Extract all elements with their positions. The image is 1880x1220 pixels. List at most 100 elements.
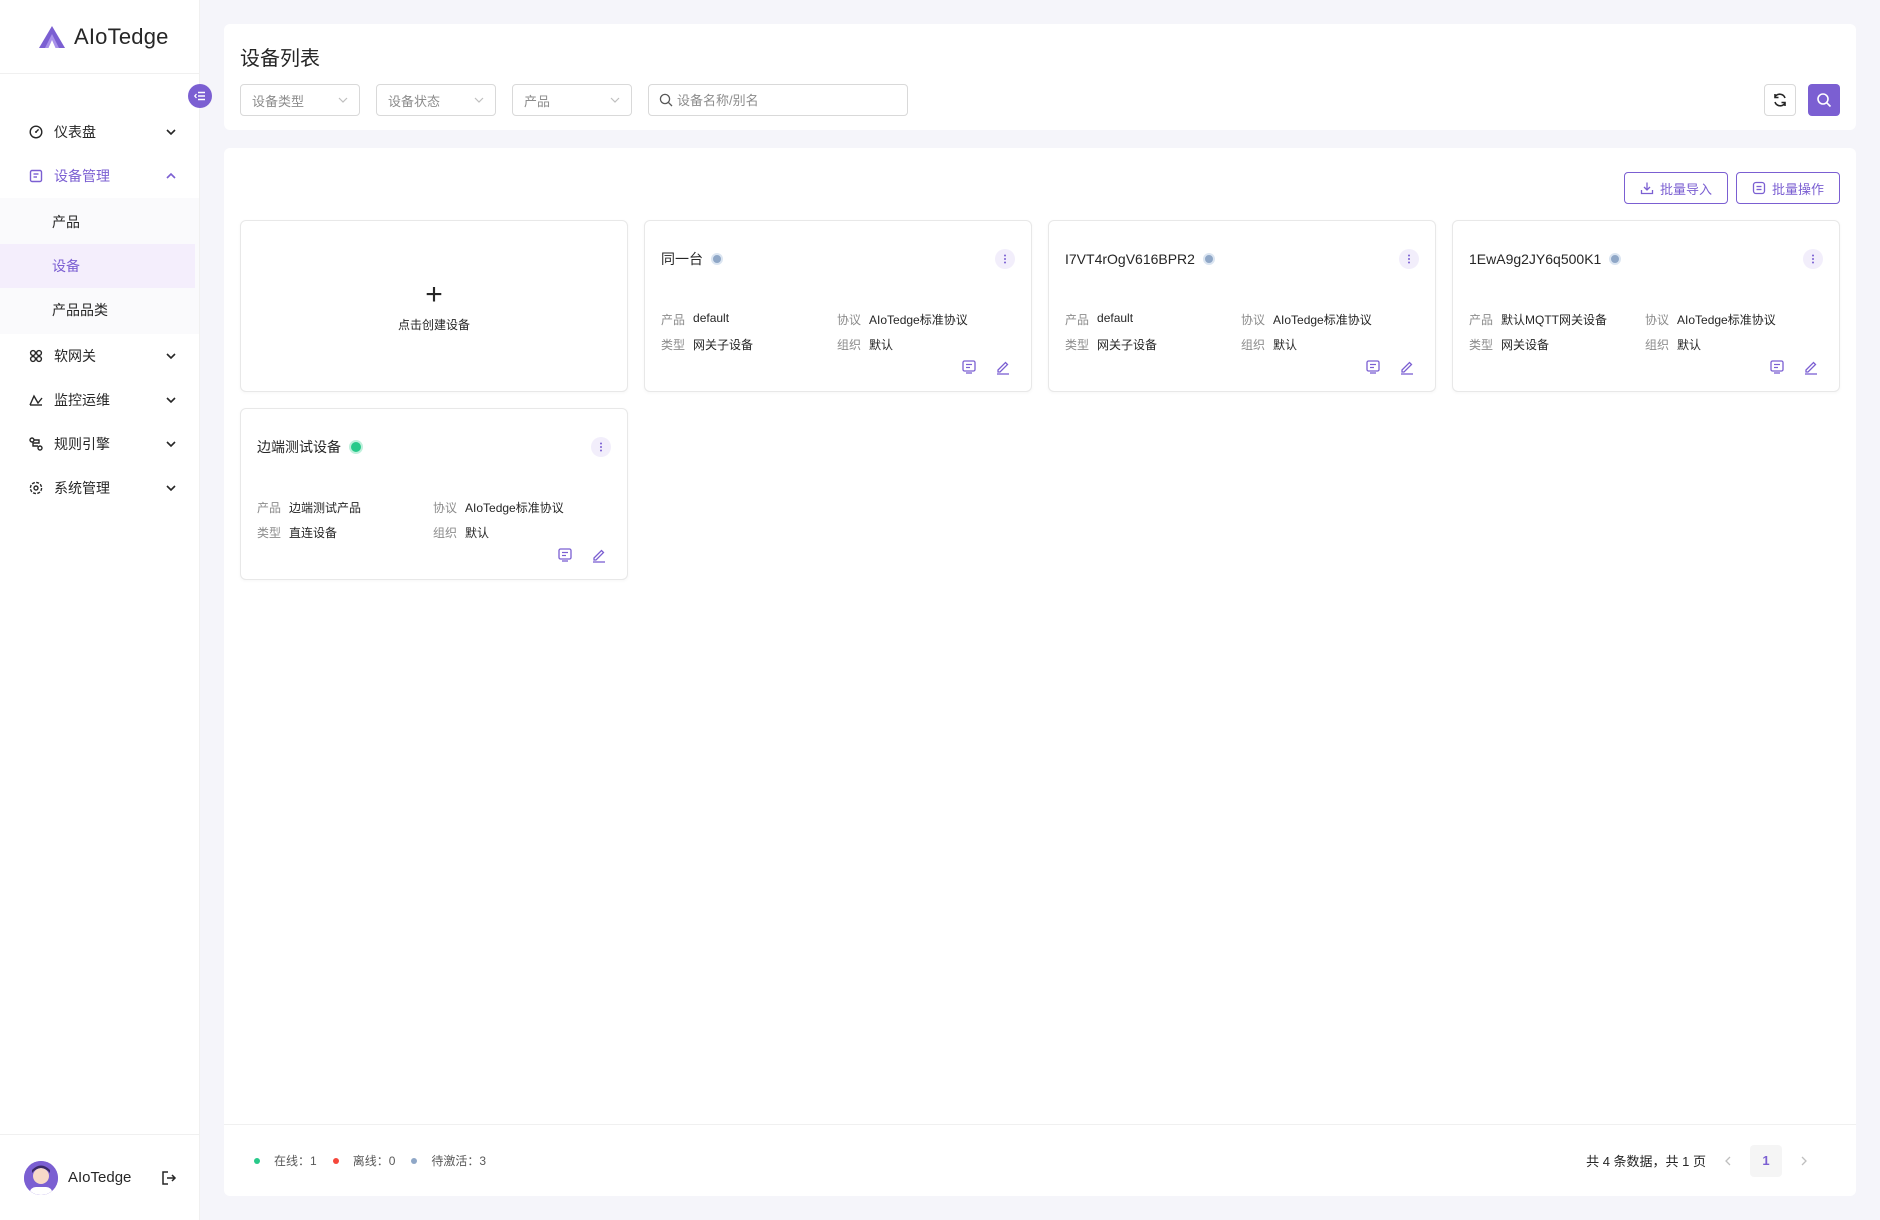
device-type: 直连设备 bbox=[289, 526, 338, 540]
device-card-grid: + 点击创建设备 同一台 产品 default 协议 AIoTedge标准协议 类型… bbox=[240, 220, 1840, 580]
more-vertical-icon bbox=[600, 442, 602, 452]
chevron-down-icon bbox=[166, 485, 176, 492]
device-type: 网关子设备 bbox=[693, 338, 754, 352]
edit-icon bbox=[1805, 361, 1817, 375]
sidebar-item-label: 监控运维 bbox=[54, 392, 110, 408]
device-detail-button[interactable] bbox=[557, 547, 573, 563]
online-dot bbox=[254, 1157, 260, 1164]
offline-dot bbox=[332, 1157, 339, 1164]
device-card[interactable]: 1EwA9g2JY6q500K1 产品 默认MQTT网关设备 协议 AIoTedge… bbox=[1452, 220, 1840, 392]
user-bar: AIoTedge bbox=[0, 1134, 200, 1220]
sidebar-item-dashboard[interactable]: 仪表盘 bbox=[0, 110, 199, 154]
field-label-protocol: 协议 bbox=[1241, 313, 1266, 327]
device-card[interactable]: 同一台 产品 default 协议 AIoTedge标准协议 类型 网关子设备 组织默… bbox=[644, 220, 1032, 392]
device-list-panel: 批量导入 批量操作 + 点击创建设备 同一台 产品 default 协议 AIoTe… bbox=[224, 148, 1856, 1196]
device-detail-button[interactable] bbox=[961, 359, 977, 375]
batch-import-button[interactable]: 批量导入 bbox=[1623, 172, 1728, 204]
device-status-placeholder: 设备状态 bbox=[388, 93, 441, 109]
more-options-button[interactable] bbox=[591, 437, 611, 457]
device-type-select[interactable]: 设备类型 bbox=[240, 84, 360, 116]
refresh-button[interactable] bbox=[1764, 84, 1796, 116]
chevron-down-icon bbox=[166, 353, 176, 360]
search-box bbox=[648, 84, 908, 116]
batch-operation-button[interactable]: 批量操作 bbox=[1735, 172, 1840, 204]
device-card[interactable]: I7VT4rOgV616BPR2 产品 default 协议 AIoTedge标准协… bbox=[1048, 220, 1436, 392]
status-dot-inactive bbox=[1202, 253, 1215, 265]
collapse-sidebar-button[interactable] bbox=[188, 84, 212, 108]
device-detail-button[interactable] bbox=[1365, 359, 1381, 375]
edit-icon bbox=[1401, 361, 1413, 375]
more-options-button[interactable] bbox=[1803, 249, 1823, 269]
chevron-down-icon bbox=[166, 441, 176, 448]
rule-engine-icon bbox=[28, 436, 44, 452]
sidebar-item-product-category[interactable]: 产品品类 bbox=[0, 288, 195, 332]
pagination: 共 4 条数据，共 1 页 1 bbox=[1586, 1144, 1826, 1177]
detail-icon bbox=[1366, 360, 1380, 374]
list-footer: 在线：1 离线：0 待激活：3 共 4 条数据，共 1 页 1 bbox=[224, 1124, 1856, 1196]
sidebar-item-device-management[interactable]: 设备管理 bbox=[0, 154, 199, 198]
field-label-type: 类型 bbox=[257, 526, 282, 540]
field-label-product: 产品 bbox=[257, 501, 282, 515]
logout-icon[interactable] bbox=[160, 1169, 178, 1187]
status-dot-online bbox=[349, 440, 363, 454]
chevron-down-icon bbox=[474, 97, 484, 103]
field-label-protocol: 协议 bbox=[1645, 313, 1670, 327]
avatar[interactable] bbox=[24, 1160, 58, 1195]
pending-dot bbox=[411, 1157, 418, 1164]
search-button[interactable] bbox=[1808, 84, 1840, 116]
more-vertical-icon bbox=[1408, 254, 1410, 264]
device-name[interactable]: I7VT4rOgV616BPR2 bbox=[1065, 251, 1195, 267]
device-org: 默认 bbox=[869, 338, 894, 352]
prev-page-button[interactable] bbox=[1716, 1149, 1740, 1173]
more-vertical-icon bbox=[1004, 254, 1006, 264]
device-product: 默认MQTT网关设备 bbox=[1501, 313, 1608, 327]
field-label-type: 类型 bbox=[1469, 338, 1494, 352]
search-icon bbox=[1817, 93, 1832, 108]
next-page-button[interactable] bbox=[1792, 1149, 1816, 1173]
sidebar-item-product[interactable]: 产品 bbox=[0, 200, 195, 244]
field-label-org: 组织 bbox=[1645, 338, 1670, 352]
device-org: 默认 bbox=[465, 526, 490, 540]
device-edit-button[interactable] bbox=[1399, 359, 1415, 375]
device-name[interactable]: 边端测试设备 bbox=[257, 437, 341, 457]
device-manage-icon bbox=[28, 168, 44, 184]
pending-count: 待激活：3 bbox=[431, 1154, 487, 1168]
product-select[interactable]: 产品 bbox=[512, 84, 632, 116]
create-device-card[interactable]: + 点击创建设备 bbox=[240, 220, 628, 392]
chevron-down-icon bbox=[166, 397, 176, 404]
device-status-select[interactable]: 设备状态 bbox=[376, 84, 496, 116]
status-dot-inactive bbox=[711, 253, 723, 265]
device-name[interactable]: 同一台 bbox=[661, 249, 703, 269]
sidebar-item-soft-gateway[interactable]: 软网关 bbox=[0, 334, 199, 378]
sidebar-item-monitoring[interactable]: 监控运维 bbox=[0, 378, 199, 422]
sidebar-item-rule-engine[interactable]: 规则引擎 bbox=[0, 422, 199, 466]
pagination-summary: 共 4 条数据，共 1 页 bbox=[1586, 1154, 1706, 1169]
more-options-button[interactable] bbox=[1399, 249, 1419, 269]
download-icon bbox=[1640, 182, 1654, 195]
search-input[interactable] bbox=[677, 92, 897, 108]
device-edit-button[interactable] bbox=[1803, 359, 1819, 375]
device-edit-button[interactable] bbox=[995, 359, 1011, 375]
page-number-button[interactable]: 1 bbox=[1750, 1144, 1782, 1177]
sidebar-item-device[interactable]: 设备 bbox=[0, 244, 195, 288]
device-detail-button[interactable] bbox=[1769, 359, 1785, 375]
device-edit-button[interactable] bbox=[591, 547, 607, 563]
more-options-button[interactable] bbox=[995, 249, 1015, 269]
status-legend: 在线：1 离线：0 待激活：3 bbox=[254, 1152, 502, 1169]
device-name[interactable]: 1EwA9g2JY6q500K1 bbox=[1469, 251, 1601, 267]
sidebar-item-system[interactable]: 系统管理 bbox=[0, 466, 199, 510]
settings-icon bbox=[28, 480, 44, 496]
offline-count: 离线：0 bbox=[352, 1154, 396, 1168]
device-card[interactable]: 边端测试设备 产品 边端测试产品 协议 AIoTedge标准协议 类型 直连设备 组织… bbox=[240, 408, 628, 580]
device-type: 网关设备 bbox=[1501, 338, 1550, 352]
detail-icon bbox=[962, 360, 976, 374]
sidebar-item-label: 规则引擎 bbox=[54, 436, 110, 452]
detail-icon bbox=[1770, 360, 1784, 374]
product-placeholder: 产品 bbox=[524, 93, 551, 109]
sidebar-item-label: 设备管理 bbox=[54, 168, 110, 184]
gateway-icon bbox=[28, 348, 44, 364]
field-label-org: 组织 bbox=[1241, 338, 1266, 352]
device-protocol: AIoTedge标准协议 bbox=[869, 313, 968, 327]
sidebar-item-label: 仪表盘 bbox=[54, 124, 96, 140]
logo[interactable]: AIoTedge bbox=[0, 0, 199, 74]
